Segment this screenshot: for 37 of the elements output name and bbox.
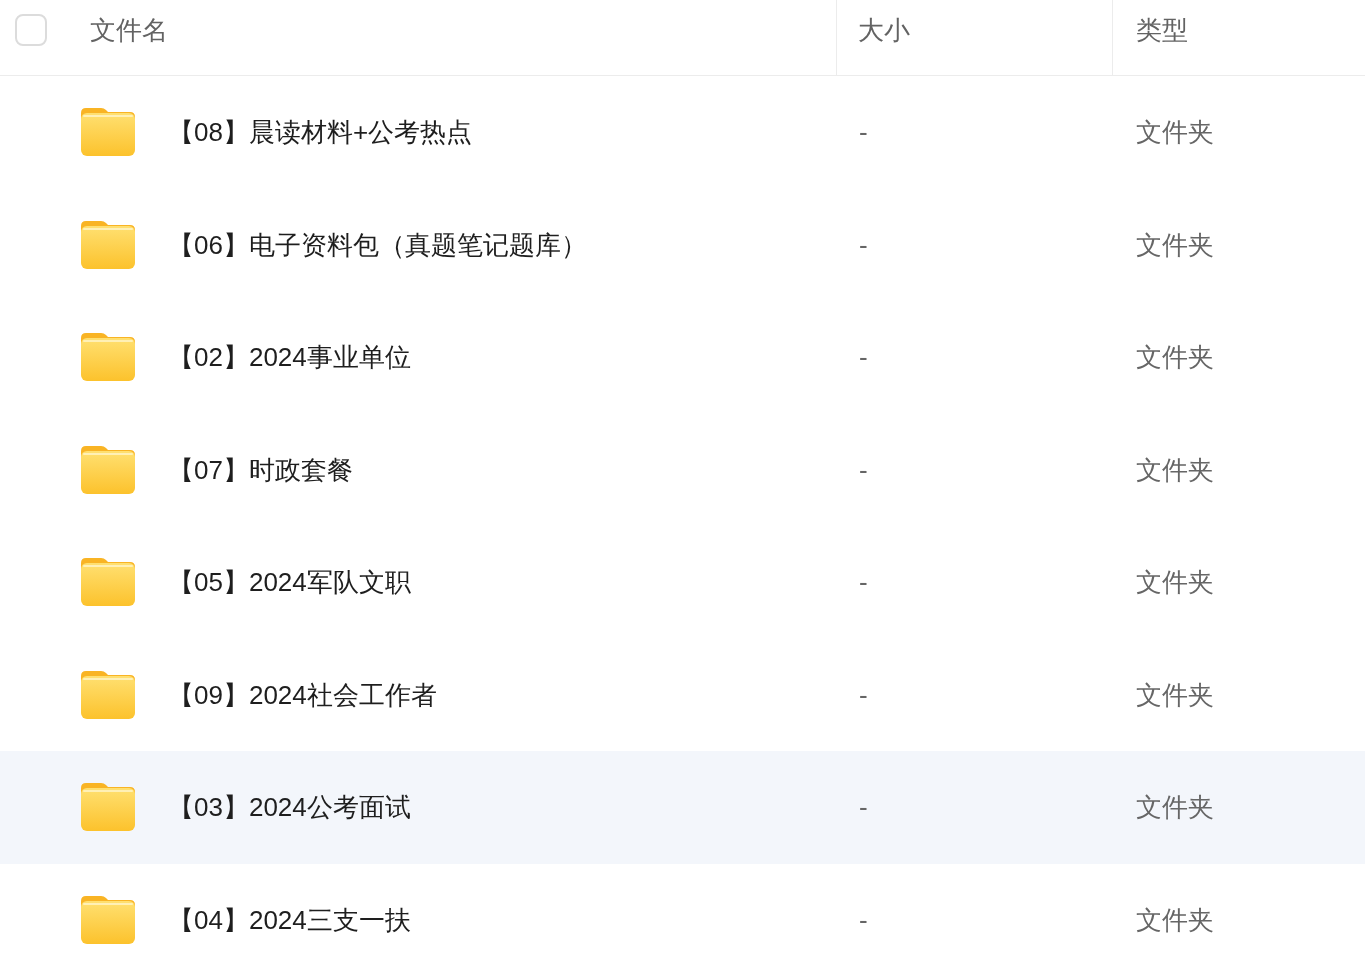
size-text: -: [859, 791, 868, 825]
file-row[interactable]: 【03】2024公考面试 - 文件夹: [0, 751, 1365, 864]
size-text: -: [859, 228, 868, 262]
folder-icon: [81, 558, 135, 607]
folder-name[interactable]: 【03】2024公考面试: [168, 790, 411, 825]
type-text: 文件夹: [1136, 566, 1214, 600]
folder-icon: [81, 783, 135, 832]
folder-name[interactable]: 【02】2024事业单位: [168, 340, 411, 375]
folder-icon: [81, 333, 135, 382]
folder-icon: [81, 445, 135, 494]
folder-icon: [81, 895, 135, 944]
size-text: -: [859, 341, 868, 375]
type-text: 文件夹: [1136, 791, 1214, 825]
column-header: 类型: [1136, 14, 1188, 47]
size-text: -: [859, 116, 868, 150]
folder-name[interactable]: 【08】晨读材料+公考热点: [168, 115, 473, 150]
folder-name[interactable]: 【04】2024三支一扶: [168, 902, 411, 937]
folder-name[interactable]: 【07】时政套餐: [168, 452, 353, 487]
size-text: -: [859, 453, 868, 487]
type-text: 文件夹: [1136, 116, 1214, 150]
folder-icon: [81, 220, 135, 269]
type-text: 文件夹: [1136, 678, 1214, 712]
folder-name[interactable]: 【09】2024社会工作者: [168, 677, 437, 712]
column-header: 文件名: [90, 14, 168, 47]
column-header: 大小: [858, 14, 910, 47]
folder-icon: [81, 108, 135, 157]
type-text: 文件夹: [1136, 341, 1214, 375]
size-text: -: [859, 903, 868, 937]
folder-icon: [81, 670, 135, 719]
size-text: -: [859, 678, 868, 712]
type-text: 文件夹: [1136, 453, 1214, 487]
size-text: -: [859, 566, 868, 600]
type-text: 文件夹: [1136, 903, 1214, 937]
type-text: 文件夹: [1136, 228, 1214, 262]
folder-name[interactable]: 【06】电子资料包（真题笔记题库）: [168, 227, 587, 262]
folder-name[interactable]: 【05】2024军队文职: [168, 565, 411, 600]
select-all-checkbox[interactable]: [15, 14, 47, 46]
